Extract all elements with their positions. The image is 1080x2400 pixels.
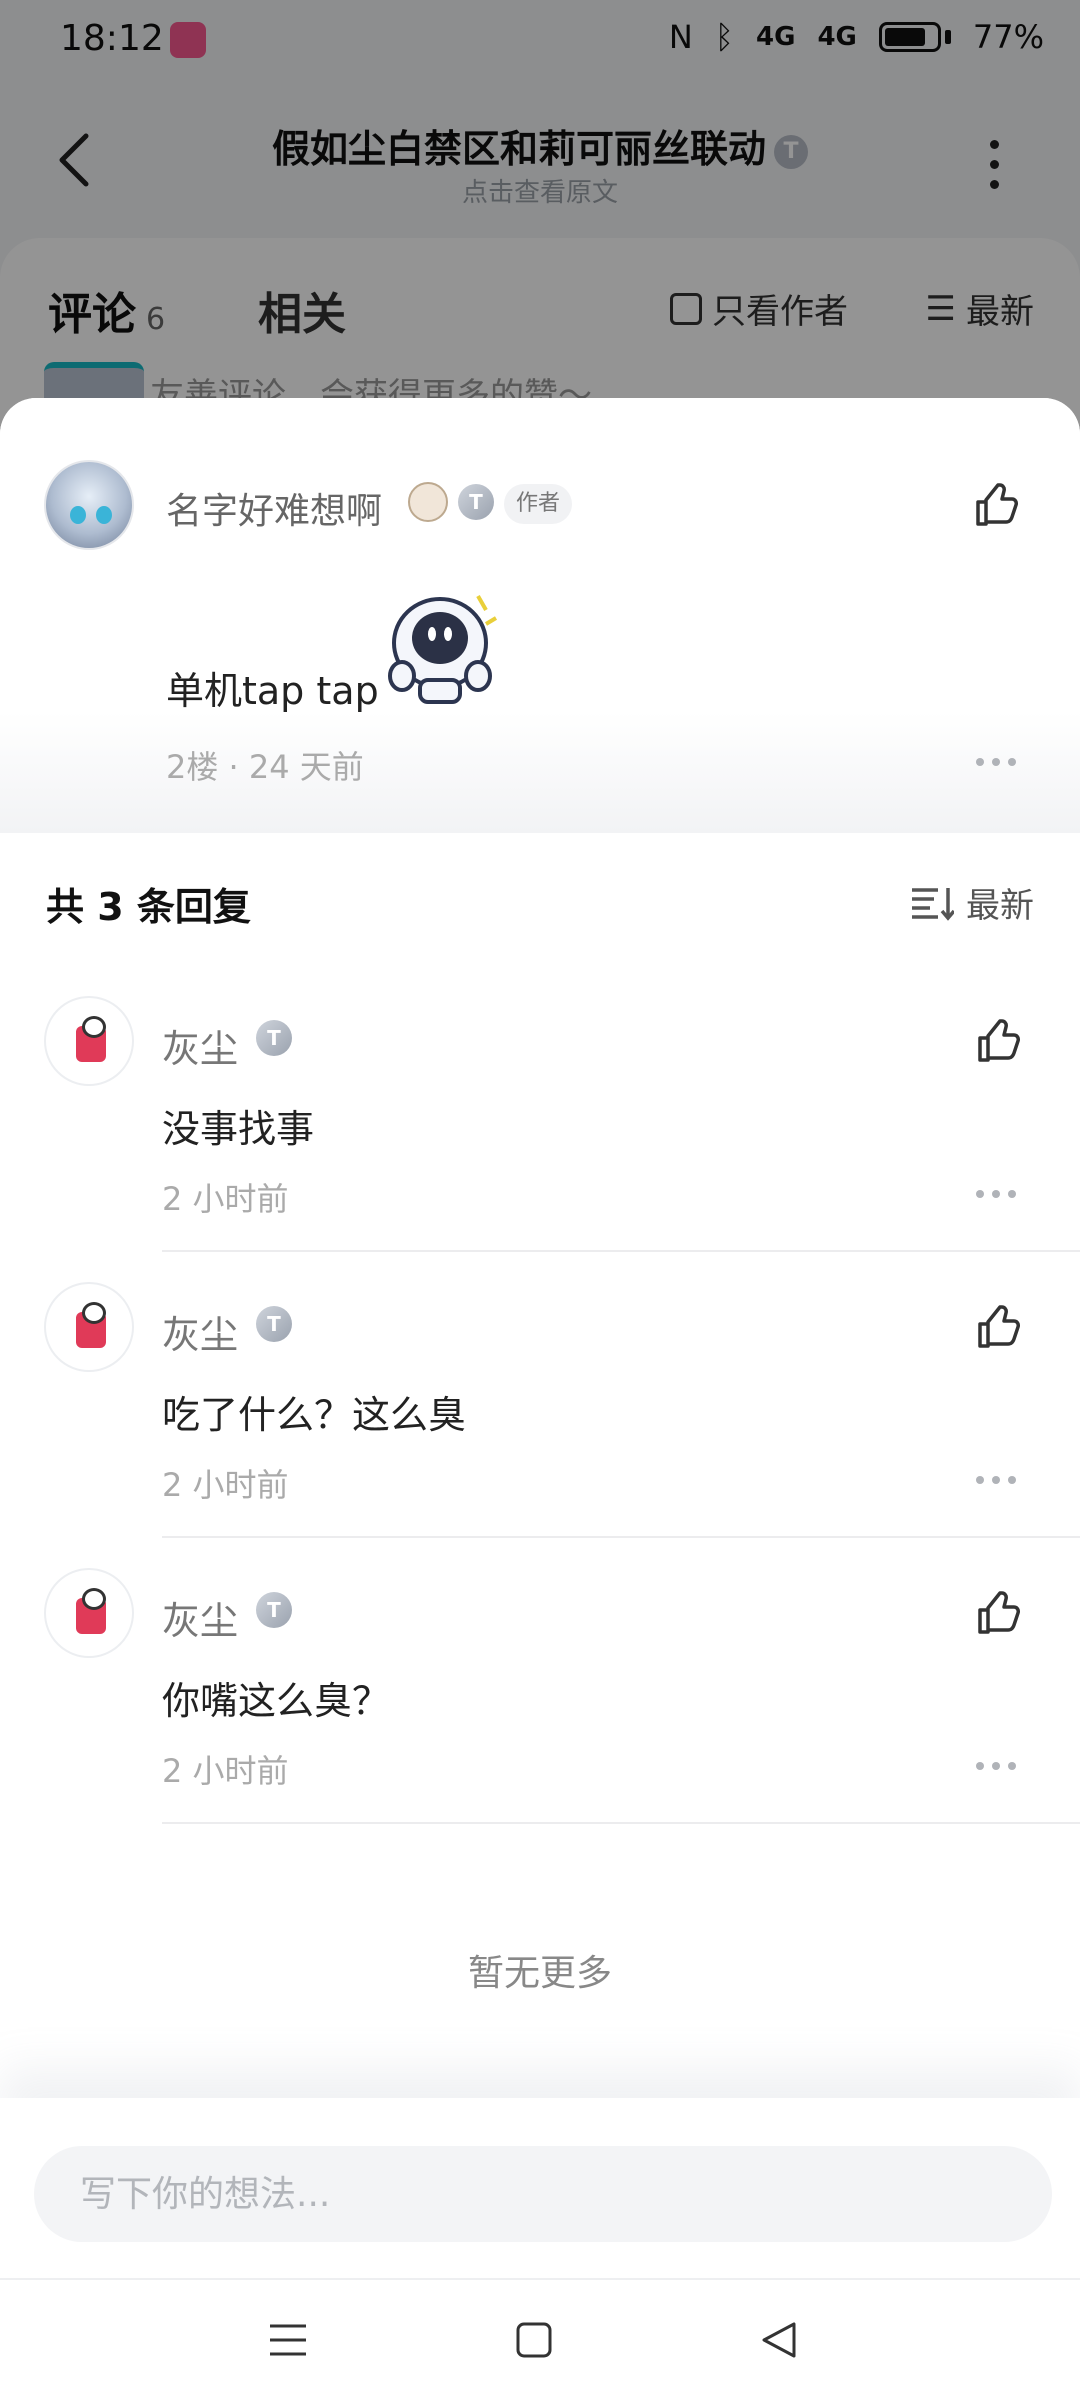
level-badge-icon: T (256, 1592, 292, 1628)
home-square-icon[interactable] (510, 2316, 558, 2364)
avatar[interactable] (44, 1282, 134, 1372)
divider (162, 1250, 1080, 1252)
reply-time: 2 小时前 (162, 1466, 289, 1504)
avatar-picture (76, 1588, 106, 1634)
robot-sticker-icon (388, 595, 498, 704)
divider (162, 1822, 1080, 1824)
more-horizontal-icon[interactable] (976, 1762, 1016, 1772)
thumbs-up-icon[interactable] (974, 1590, 1022, 1638)
thumbs-up-icon[interactable] (974, 1018, 1022, 1066)
comment-time: 24 天前 (248, 748, 364, 786)
no-more-indicator: 暂无更多 (467, 1953, 612, 1994)
reply-author[interactable]: 灰尘 (162, 1590, 238, 1645)
avatar[interactable] (44, 1568, 134, 1658)
avatar[interactable] (44, 460, 134, 550)
system-nav-bar (0, 2278, 1080, 2400)
list-item: 灰尘 T 没事找事 2 小时前 (0, 996, 1080, 1282)
reply-time: 2 小时前 (162, 1752, 289, 1790)
more-horizontal-icon[interactable] (976, 758, 1016, 768)
parent-comment: 名字好难想啊 T 作者 单机tap tap 2楼 · 24 天前 (0, 398, 1080, 833)
more-horizontal-icon[interactable] (976, 1476, 1016, 1486)
divider (162, 1536, 1080, 1538)
menu-icon[interactable] (264, 2316, 312, 2364)
thumbs-up-icon[interactable] (974, 1304, 1022, 1352)
replies-bottom-sheet: 名字好难想啊 T 作者 单机tap tap 2楼 · 24 天前 共 3 条回复 (0, 398, 1080, 2400)
avatar-frame-icon (408, 482, 448, 522)
avatar-eye (96, 506, 112, 524)
sort-icon (912, 887, 954, 921)
level-badge-icon: T (458, 484, 494, 520)
comment-meta: 2楼 · 24 天前 (166, 742, 364, 788)
avatar[interactable] (44, 996, 134, 1086)
reply-count-heading: 共 3 条回复 (46, 885, 251, 929)
list-item: 灰尘 T 吃了什么？这么臭 2 小时前 (0, 1282, 1080, 1568)
back-triangle-icon[interactable] (756, 2316, 804, 2364)
thumbs-up-icon[interactable] (972, 482, 1020, 530)
reply-list: 灰尘 T 没事找事 2 小时前 灰尘 T 吃了什么？这么臭 2 小时前 灰尘 T… (0, 996, 1080, 1854)
comment-body: 单机tap tap (166, 669, 379, 713)
more-horizontal-icon[interactable] (976, 1190, 1016, 1200)
avatar-picture (76, 1016, 106, 1062)
avatar-picture (76, 1302, 106, 1348)
author-tag: 作者 (504, 484, 573, 524)
reply-author[interactable]: 灰尘 (162, 1018, 238, 1073)
reply-text: 没事找事 (162, 1107, 315, 1151)
reply-text: 你嘴这么臭？ (162, 1679, 391, 1723)
composer-bar (0, 2098, 1080, 2278)
reply-sort-label: 最新 (966, 886, 1034, 926)
comment-floor: 2楼 (166, 748, 219, 786)
meta-separator: · (228, 748, 239, 786)
comment-author[interactable]: 名字好难想啊 (166, 482, 382, 534)
reply-text: 吃了什么？这么臭 (162, 1393, 467, 1437)
reply-time: 2 小时前 (162, 1180, 289, 1218)
level-badge-icon: T (256, 1020, 292, 1056)
reply-author[interactable]: 灰尘 (162, 1304, 238, 1359)
avatar-eye (70, 506, 86, 524)
list-item: 灰尘 T 你嘴这么臭？ 2 小时前 (0, 1568, 1080, 1854)
reply-sort-button[interactable]: 最新 (910, 878, 1034, 927)
level-badge-icon: T (256, 1306, 292, 1342)
comment-input[interactable] (34, 2146, 1052, 2242)
